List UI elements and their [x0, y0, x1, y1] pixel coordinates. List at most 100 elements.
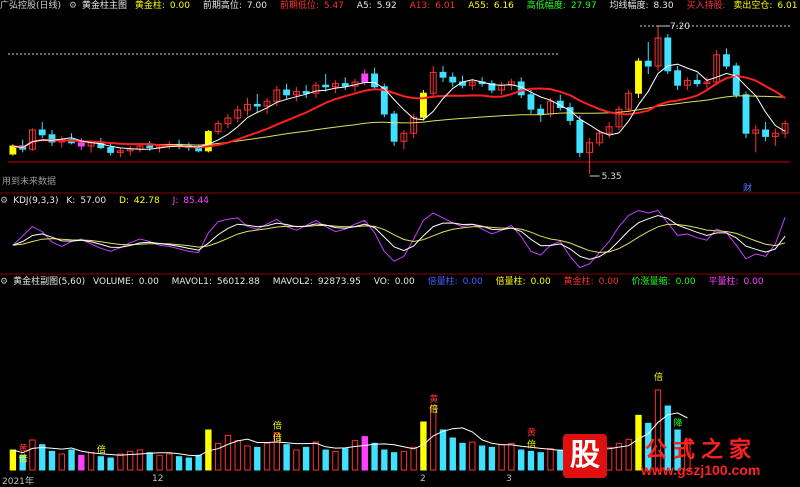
- x-tick-2021: 2021年: [2, 477, 34, 487]
- volume-annotation: 倍: [273, 420, 282, 432]
- candle-body: [253, 103, 261, 107]
- volume-bar: [117, 453, 124, 471]
- low-marker-label: 5.35: [602, 172, 622, 182]
- volume-bar: [254, 446, 261, 471]
- volume-bar: [478, 445, 486, 471]
- watermark-logo: 股 公式之家 www.gszj100.com: [555, 432, 795, 484]
- candle-body: [146, 145, 154, 149]
- candle-body: [107, 147, 115, 153]
- volume-bar: [244, 445, 251, 471]
- ma13-line: [12, 74, 786, 149]
- volume-bar: [97, 456, 105, 471]
- moving-averages: [12, 63, 786, 150]
- volume-bar: [39, 444, 46, 471]
- candle-body: [283, 89, 291, 96]
- volume-annotation: 黄: [429, 393, 438, 405]
- candle-body: [644, 60, 652, 67]
- candle-body: [302, 91, 310, 94]
- volume-annotation: 倍: [654, 371, 663, 383]
- volume-annotation: 黄: [527, 426, 536, 438]
- volume-bar: [185, 457, 193, 471]
- candle-body: [77, 142, 85, 147]
- volume-bar: [107, 457, 114, 471]
- candlestick-series: [9, 26, 789, 174]
- volume-bar: [87, 452, 95, 471]
- volume-bar: [400, 450, 408, 471]
- chart-canvas[interactable]: 7.205.35财黄倍倍倍倍黄倍黄倍倍降: [0, 0, 800, 487]
- volume-bar: [29, 439, 36, 471]
- panel-dividers: [0, 192, 800, 275]
- candle-body: [742, 94, 750, 134]
- volume-bar: [322, 449, 329, 471]
- volume-bar: [234, 440, 241, 471]
- volume-bar: [508, 442, 515, 471]
- candle-body: [449, 76, 457, 83]
- cai-marker: 财: [743, 182, 752, 194]
- volume-bar: [78, 454, 85, 471]
- volume-bar: [224, 434, 232, 471]
- volume-bar: [156, 454, 163, 471]
- candle-body: [635, 60, 642, 94]
- volume-bar: [312, 441, 320, 471]
- candle-body: [361, 73, 369, 83]
- volume-bar: [390, 452, 398, 471]
- candle-body: [341, 83, 349, 87]
- volume-bar: [527, 450, 535, 471]
- logo-glyph: 股: [563, 434, 607, 478]
- logo-url: www.gszj100.com: [641, 462, 761, 478]
- volume-bar: [175, 456, 183, 471]
- candle-body: [322, 84, 330, 88]
- candle-body: [732, 65, 740, 96]
- volume-annotation: 倍: [97, 444, 106, 456]
- volume-annotation: 黄: [19, 442, 28, 454]
- kdj-lines: [12, 209, 786, 269]
- volume-bar: [146, 452, 153, 471]
- volume-annotation: 降: [674, 417, 683, 429]
- candle-body: [674, 70, 682, 86]
- candle-body: [537, 108, 545, 115]
- logo-name: 公式之家: [645, 437, 758, 463]
- volume-bar: [449, 437, 456, 471]
- volume-bar: [459, 442, 466, 471]
- candle-body: [576, 119, 584, 153]
- ma55-line: [12, 95, 786, 149]
- volume-bar: [488, 446, 496, 471]
- candle-body: [204, 131, 212, 152]
- x-tick-12: 12: [152, 474, 164, 484]
- volume-bar: [293, 449, 300, 471]
- volume-bar: [361, 436, 368, 471]
- candle-body: [38, 129, 46, 136]
- volume-bar: [342, 448, 349, 471]
- volume-bar: [9, 449, 17, 471]
- volume-bar: [214, 442, 222, 471]
- volume-bar: [517, 449, 525, 471]
- volume-bar: [68, 449, 75, 471]
- volume-annotation: 倍: [19, 452, 28, 464]
- x-tick-3: 3: [506, 474, 512, 484]
- volume-bar: [332, 450, 339, 471]
- candle-body: [371, 73, 378, 88]
- volume-bar: [371, 442, 378, 471]
- volume-bar: [498, 444, 505, 471]
- volume-bar: [58, 453, 65, 471]
- x-tick-2: 2: [420, 474, 426, 484]
- ma5-line: [12, 63, 786, 150]
- volume-bar: [48, 450, 56, 471]
- volume-bar: [547, 448, 554, 471]
- volume-bar: [381, 449, 388, 471]
- volume-bar: [469, 441, 476, 471]
- candle-body: [693, 79, 701, 85]
- volume-bar: [351, 440, 359, 471]
- volume-bar: [263, 442, 271, 471]
- volume-annotation: 倍: [429, 403, 438, 415]
- candle-body: [439, 71, 447, 78]
- volume-bar: [195, 454, 202, 471]
- candle-body: [527, 94, 535, 110]
- volume-bar: [410, 446, 417, 471]
- volume-bar: [537, 452, 544, 471]
- volume-bar: [283, 444, 290, 471]
- volume-bar: [302, 446, 310, 471]
- volume-bar: [166, 453, 173, 471]
- candle-body: [390, 113, 398, 142]
- candle-body: [420, 92, 427, 118]
